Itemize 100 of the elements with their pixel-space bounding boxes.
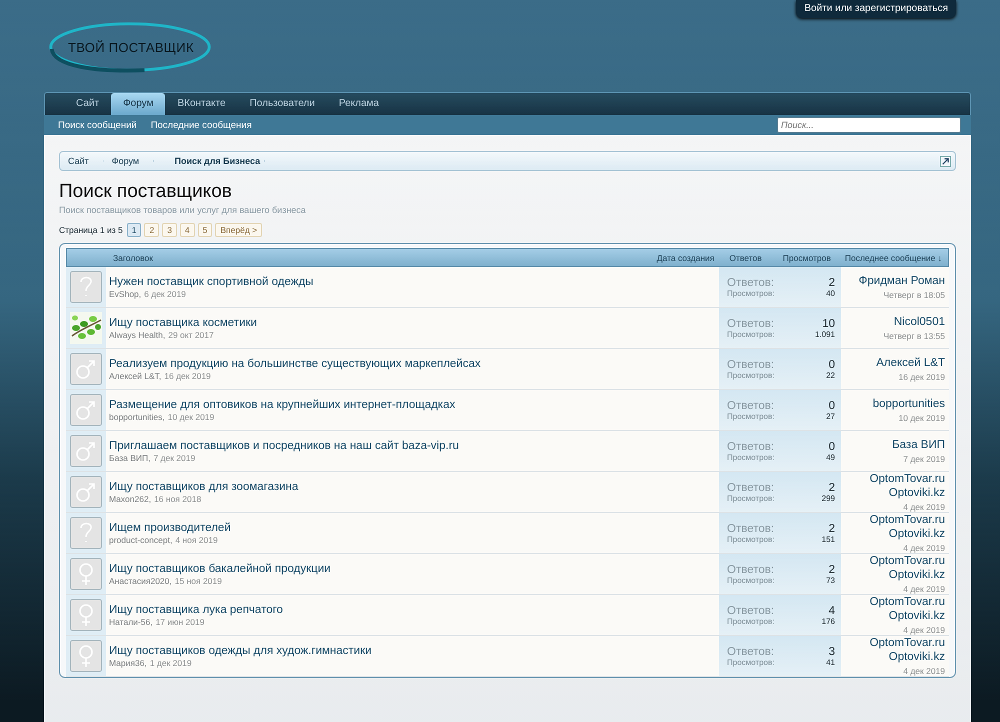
views-count: 73 [826,576,835,584]
page-description: Поиск поставщиков товаров или услуг для вашего бизнеса [59,205,307,215]
thread-date: 1 дек 2019 [150,658,192,668]
breadcrumb-link[interactable]: Форум [104,152,154,170]
page-link[interactable]: 5 [198,223,212,237]
replies-label: Ответов: [727,522,774,534]
views-count: 27 [826,412,835,420]
thread-title-link[interactable]: Реализуем продукцию на большинстве существующих маркеплейсах [109,358,719,370]
last-post-date: 4 дек 2019 [903,502,945,512]
thread-date: 16 ноя 2018 [154,494,202,504]
last-poster-link[interactable]: bopportunities [872,397,945,411]
views-count: 22 [826,370,835,380]
thread-date: 15 ноя 2019 [174,576,222,586]
views-count: 299 [822,494,835,502]
nav-tab[interactable]: Пользователи [238,93,327,115]
last-post-date: Четверг в 13:55 [884,331,945,341]
male-avatar-icon[interactable] [70,394,102,426]
thread-date: 17 июн 2019 [156,616,204,626]
thread-title-link[interactable]: Размещение для оптовиков на крупнейших интернет-площадках [109,398,719,410]
search-field[interactable]: Поиск... [777,117,961,133]
last-post-date: 16 дек 2019 [898,372,945,382]
thread-author-link[interactable]: bopportunities, [109,412,165,422]
thread-title-link[interactable]: Нужен поставщик спортивной одежды [109,276,719,288]
thread-author-link[interactable]: Always Health, [109,330,166,340]
views-count: 151 [822,534,835,544]
views-label: Просмотров: [727,658,774,666]
thread-date: 10 дек 2019 [168,412,214,422]
question-mark-avatar-icon[interactable] [70,271,102,303]
thread-title-link[interactable]: Ищу поставщиков для зоомагазина [109,480,719,492]
page-link[interactable]: 4 [180,223,195,237]
replies-count: 3 [828,646,835,658]
replies-label: Ответов: [727,440,774,452]
last-poster-link[interactable]: OptomTovar.ru Optoviki.kz [847,554,945,582]
thread-title-link[interactable]: Приглашаем поставщиков и посредников на наш сайт baza-vip.ru [109,440,719,452]
thread-author-link[interactable]: База ВИП, [109,452,150,462]
thread-author-link[interactable]: EvShop, [109,288,142,298]
page-link[interactable]: 2 [144,223,160,237]
column-header[interactable]: Дата создания [656,252,714,262]
page-link[interactable]: 3 [162,223,177,237]
thread-date: 16 дек 2019 [164,370,211,380]
thread-title-link[interactable]: Ищу поставщика лука репчатого [109,604,719,616]
subnav-link[interactable]: Поиск сообщений [58,120,137,130]
female-avatar-icon[interactable] [70,640,102,672]
subnav-link[interactable]: Последние сообщения [150,120,252,130]
replies-count: 10 [822,318,835,330]
thread-author-link[interactable]: Мария36, [109,658,147,668]
views-label: Просмотров: [727,412,774,420]
nav-tab[interactable]: Сайт [64,93,112,115]
last-post-date: 4 дек 2019 [903,543,945,553]
column-header[interactable]: Ответов [729,252,762,262]
views-count: 176 [822,616,835,626]
breadcrumb-link[interactable]: Поиск для Бизнеса [154,152,266,170]
column-header[interactable]: Последнее сообщение ↓ [844,252,942,262]
column-header[interactable]: Заголовок [113,252,657,262]
last-poster-link[interactable]: База ВИП [892,438,945,452]
replies-label: Ответов: [727,358,774,370]
last-poster-link[interactable]: Фридман Роман [858,274,945,288]
thread-title-link[interactable]: Ищу поставщика косметики [109,316,719,328]
replies-count: 2 [828,522,835,534]
replies-count: 2 [828,482,835,494]
column-header[interactable]: Просмотров [782,252,831,262]
nav-tab[interactable]: ВКонтакте [165,93,238,115]
last-post-date: 10 дек 2019 [898,413,945,423]
views-label: Просмотров: [727,288,774,298]
last-poster-link[interactable]: Алексей L&T [876,356,945,370]
last-poster-link[interactable]: Nicol0501 [894,315,945,329]
male-avatar-icon[interactable] [70,435,102,467]
last-post-date: 7 дек 2019 [903,454,945,464]
last-poster-link[interactable]: OptomTovar.ru Optoviki.kz [847,472,945,500]
replies-count: 2 [828,564,835,576]
views-label: Просмотров: [727,370,774,380]
last-poster-link[interactable]: OptomTovar.ru Optoviki.kz [847,636,945,664]
nav-tab[interactable]: Реклама [326,93,391,115]
page-link[interactable]: 1 [126,223,142,237]
views-count: 41 [826,658,835,666]
views-label: Просмотров: [727,330,774,338]
last-post-date: 4 дек 2019 [903,584,945,594]
thread-author-link[interactable]: Анастасия2020, [109,576,172,586]
question-mark-avatar-icon[interactable] [70,517,102,549]
page-title: Поиск поставщиков [59,181,233,203]
replies-label: Ответов: [727,276,774,288]
female-avatar-icon[interactable] [70,558,102,590]
login-link[interactable]: Войти или зарегистрироваться [796,0,956,18]
thread-title-link[interactable]: Ищем производителей [109,522,719,534]
last-poster-link[interactable]: OptomTovar.ru Optoviki.kz [847,595,945,623]
male-avatar-icon[interactable] [70,353,102,385]
thread-author-link[interactable]: Натали-56, [109,616,153,626]
thread-title-link[interactable]: Ищу поставщиков бакалейной продукции [109,562,719,574]
last-post-date: Четверг в 18:05 [884,290,945,300]
last-poster-link[interactable]: OptomTovar.ru Optoviki.kz [847,513,945,541]
next-page-link[interactable]: Вперёд > [215,223,262,237]
male-avatar-icon[interactable] [70,476,102,508]
breadcrumb-link[interactable]: Сайт [60,152,104,170]
thread-author-link[interactable]: product-concept, [109,534,172,544]
thread-author-link[interactable]: Алексей L&T, [109,370,162,380]
thread-author-link[interactable]: Maxon262, [109,494,152,504]
thread-title-link[interactable]: Ищу поставщиков одежды для худож.гимнастики [109,644,719,656]
female-avatar-icon[interactable] [70,599,102,631]
jump-icon[interactable] [940,156,951,166]
nav-tab[interactable]: Форум [111,93,166,115]
